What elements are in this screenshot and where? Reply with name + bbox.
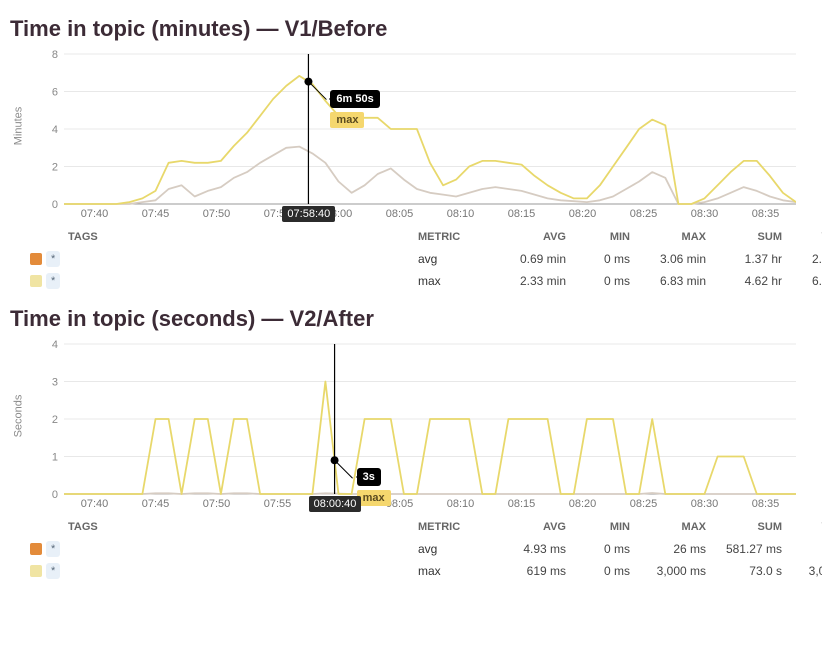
col-value: VALUE bbox=[788, 521, 822, 533]
cursor-tooltip: 6m 50s bbox=[330, 90, 379, 108]
legend-row[interactable]: *max619 ms0 ms3,000 ms73.0 s3,000 ms bbox=[30, 560, 810, 582]
stat-avg: 0.69 min bbox=[488, 252, 572, 266]
stat-value: 3,000 ms bbox=[788, 564, 822, 578]
chart-panel-0: Time in topic (minutes) — V1/Before Minut… bbox=[10, 16, 812, 292]
stat-max: 3,000 ms bbox=[636, 564, 712, 578]
tag-chip[interactable]: * bbox=[46, 563, 60, 579]
series-swatch-icon bbox=[30, 253, 42, 265]
series-swatch-icon bbox=[30, 565, 42, 577]
tag-chip[interactable]: * bbox=[46, 273, 60, 289]
stat-value: 2.28 min bbox=[788, 252, 822, 266]
legend-stats-table: TAGSMETRICAVGMINMAXSUMVALUE*avg4.93 ms0 … bbox=[30, 516, 810, 582]
metric-name: avg bbox=[418, 542, 488, 556]
cursor-time-chip: 08:00:40 bbox=[309, 496, 362, 512]
stat-min: 0 ms bbox=[572, 564, 636, 578]
col-metric: METRIC bbox=[418, 231, 488, 243]
svg-text:3: 3 bbox=[52, 377, 58, 389]
legend-row[interactable]: *avg4.93 ms0 ms26 ms581.27 ms19 ms bbox=[30, 538, 810, 560]
svg-text:2: 2 bbox=[52, 414, 58, 426]
stat-avg: 4.93 ms bbox=[488, 542, 572, 556]
cursor-tooltip: 3s bbox=[357, 468, 381, 486]
chart-title: Time in topic (seconds) — V2/After bbox=[10, 306, 812, 332]
stat-min: 0 ms bbox=[572, 252, 636, 266]
col-sum: SUM bbox=[712, 521, 788, 533]
series-swatch-icon bbox=[30, 275, 42, 287]
col-tags: TAGS bbox=[68, 231, 418, 243]
metric-name: max bbox=[418, 274, 488, 288]
col-metric: METRIC bbox=[418, 521, 488, 533]
legend-row[interactable]: *avg0.69 min0 ms3.06 min1.37 hr2.28 min bbox=[30, 248, 810, 270]
x-axis-labels: 07:4007:4507:5007:5508:0008:0508:1008:15… bbox=[64, 208, 796, 220]
series-swatch-icon bbox=[30, 543, 42, 555]
stat-avg: 2.33 min bbox=[488, 274, 572, 288]
stat-avg: 619 ms bbox=[488, 564, 572, 578]
y-axis-label: Minutes bbox=[12, 107, 24, 146]
cursor-time-chip: 07:58:40 bbox=[282, 206, 335, 222]
stat-sum: 4.62 hr bbox=[712, 274, 788, 288]
col-min: MIN bbox=[572, 231, 636, 243]
metric-name: avg bbox=[418, 252, 488, 266]
col-avg: AVG bbox=[488, 521, 572, 533]
stat-max: 3.06 min bbox=[636, 252, 712, 266]
legend-stats-table: TAGSMETRICAVGMINMAXSUMVALUE*avg0.69 min0… bbox=[30, 226, 810, 292]
col-tags: TAGS bbox=[68, 521, 418, 533]
svg-text:0: 0 bbox=[52, 199, 58, 208]
legend-row[interactable]: *max2.33 min0 ms6.83 min4.62 hr6.83 min bbox=[30, 270, 810, 292]
x-axis-labels: 07:4007:4507:5007:5508:0008:0508:1008:15… bbox=[64, 498, 796, 510]
stat-sum: 1.37 hr bbox=[712, 252, 788, 266]
chart-title: Time in topic (minutes) — V1/Before bbox=[10, 16, 812, 42]
stat-value: 6.83 min bbox=[788, 274, 822, 288]
svg-text:6: 6 bbox=[52, 87, 58, 99]
svg-text:1: 1 bbox=[52, 452, 58, 464]
stat-min: 0 ms bbox=[572, 274, 636, 288]
chart-area[interactable]: Seconds012343smax08:00:40 bbox=[10, 334, 812, 498]
chart-area[interactable]: Minutes024686m 50smax07:58:40 bbox=[10, 44, 812, 208]
col-sum: SUM bbox=[712, 231, 788, 243]
col-max: MAX bbox=[636, 231, 712, 243]
metric-name: max bbox=[418, 564, 488, 578]
col-avg: AVG bbox=[488, 231, 572, 243]
col-value: VALUE bbox=[788, 231, 822, 243]
tag-chip[interactable]: * bbox=[46, 541, 60, 557]
chart-panel-1: Time in topic (seconds) — V2/After Second… bbox=[10, 306, 812, 582]
stat-max: 26 ms bbox=[636, 542, 712, 556]
cursor-series-chip: max bbox=[357, 490, 391, 506]
stat-max: 6.83 min bbox=[636, 274, 712, 288]
cursor-series-chip: max bbox=[330, 112, 364, 128]
stat-sum: 73.0 s bbox=[712, 564, 788, 578]
stat-min: 0 ms bbox=[572, 542, 636, 556]
tag-chip[interactable]: * bbox=[46, 251, 60, 267]
svg-text:8: 8 bbox=[52, 49, 58, 61]
col-max: MAX bbox=[636, 521, 712, 533]
stat-value: 19 ms bbox=[788, 542, 822, 556]
svg-text:0: 0 bbox=[52, 489, 58, 498]
col-min: MIN bbox=[572, 521, 636, 533]
svg-text:4: 4 bbox=[52, 124, 58, 136]
svg-text:4: 4 bbox=[52, 339, 58, 351]
svg-text:2: 2 bbox=[52, 162, 58, 174]
y-axis-label: Seconds bbox=[12, 395, 24, 438]
stat-sum: 581.27 ms bbox=[712, 542, 788, 556]
